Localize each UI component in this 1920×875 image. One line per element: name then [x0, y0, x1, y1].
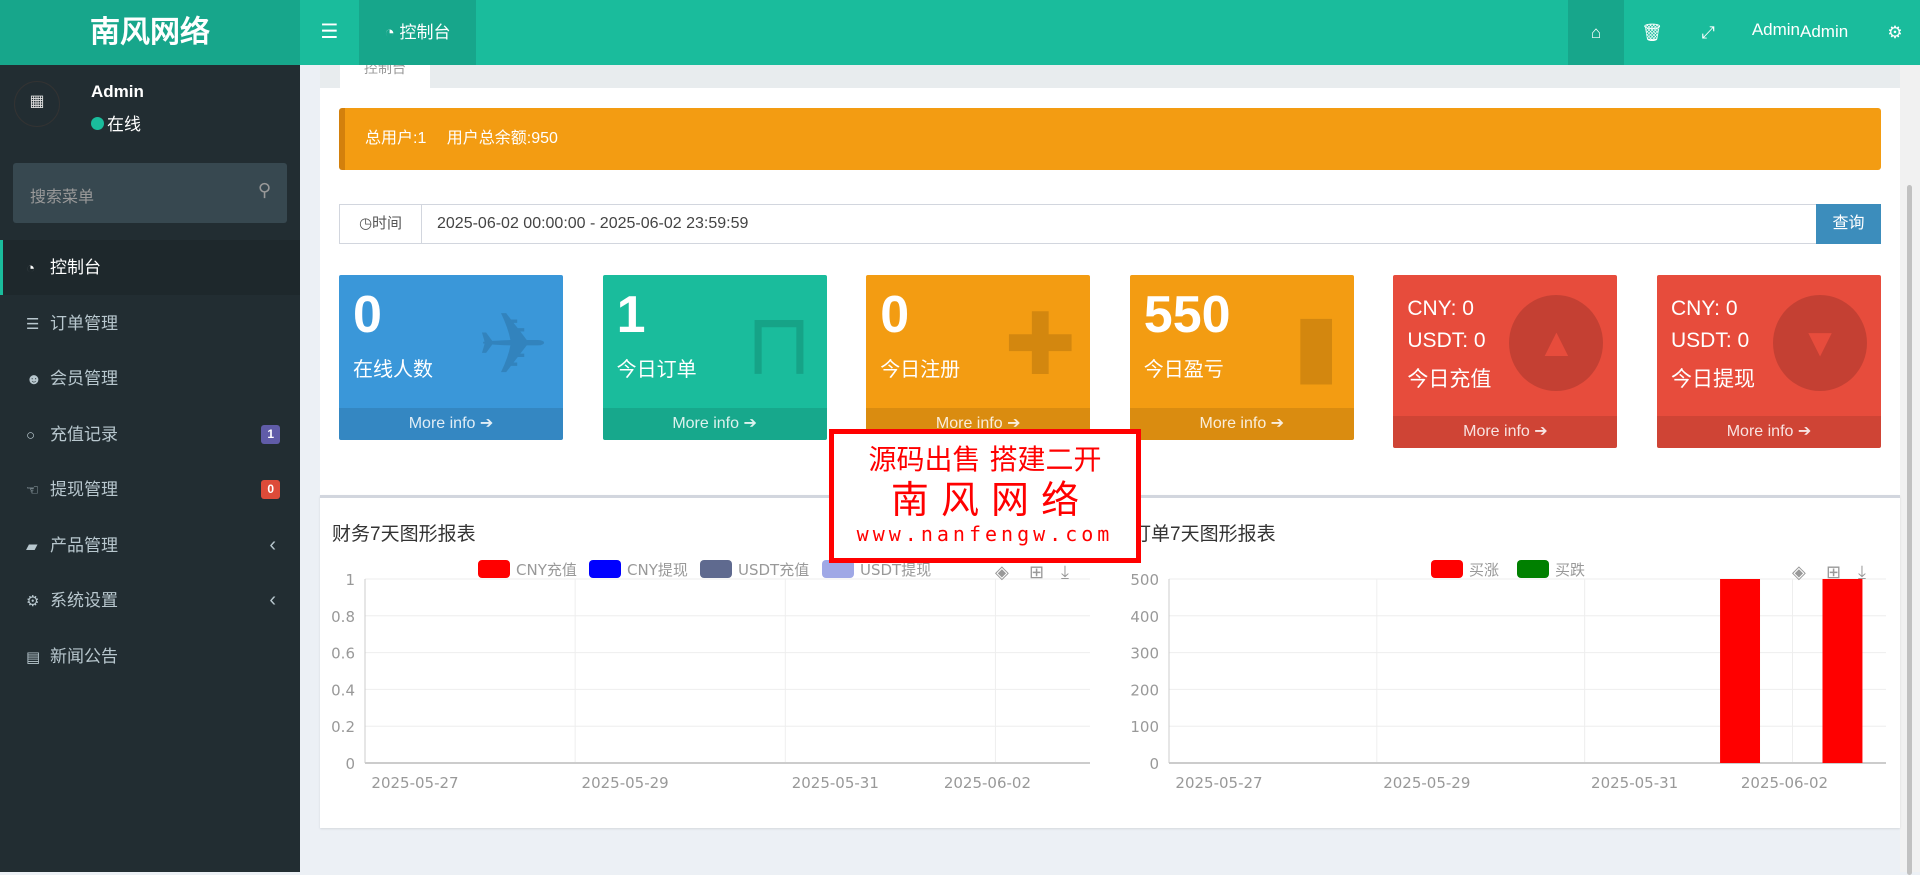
- y-tick-label: 500: [1130, 571, 1159, 589]
- legend-swatch: [589, 560, 621, 578]
- x-tick-label: 2025-05-27: [371, 774, 458, 792]
- x-tick-label: 2025-05-31: [792, 774, 879, 792]
- y-tick-label: 0.2: [331, 718, 355, 736]
- y-tick-label: 0.8: [331, 608, 355, 626]
- grid-view-icon: ⊞: [1826, 562, 1841, 582]
- grid-view-icon: ⊞: [1029, 562, 1044, 582]
- y-tick-label: 200: [1130, 681, 1159, 699]
- y-tick-label: 0.6: [331, 645, 355, 663]
- legend-swatch: [1517, 560, 1549, 578]
- legend-label: 买涨: [1469, 561, 1499, 579]
- download-icon: ⤓: [1061, 562, 1069, 582]
- chart-title: 财务7天图形报表: [332, 523, 476, 545]
- chart-title: 订单7天图形报表: [1132, 523, 1276, 545]
- download-icon: ⤓: [1858, 562, 1866, 582]
- x-tick-label: 2025-05-29: [582, 774, 669, 792]
- legend-label: USDT提现: [860, 561, 931, 579]
- x-tick-label: 2025-06-02: [944, 774, 1031, 792]
- legend-label: CNY提现: [627, 561, 688, 579]
- legend-label: CNY充值: [516, 561, 577, 579]
- x-tick-label: 2025-05-29: [1383, 774, 1470, 792]
- x-tick-label: 2025-05-31: [1591, 774, 1678, 792]
- y-tick-label: 1: [345, 571, 355, 589]
- legend-swatch: [478, 560, 510, 578]
- y-tick-label: 100: [1130, 718, 1159, 736]
- watermark-stamp: 源码出售 搭建二开 南 风 网 络 www.nanfengw.com: [829, 429, 1141, 563]
- legend-label: USDT充值: [738, 561, 809, 579]
- legend-swatch: [700, 560, 732, 578]
- x-tick-label: 2025-05-27: [1175, 774, 1262, 792]
- y-tick-label: 300: [1130, 645, 1159, 663]
- layers-icon: ◈: [995, 562, 1009, 582]
- x-tick-label: 2025-06-02: [1741, 774, 1828, 792]
- y-tick-label: 0: [1149, 755, 1159, 773]
- y-tick-label: 400: [1130, 608, 1159, 626]
- y-tick-label: 0: [345, 755, 355, 773]
- bar-买涨: [1720, 579, 1761, 763]
- layers-icon: ◈: [1792, 562, 1806, 582]
- bar-买涨: [1822, 579, 1863, 763]
- y-tick-label: 0.4: [331, 681, 355, 699]
- legend-swatch: [1431, 560, 1463, 578]
- legend-label: 买跌: [1555, 561, 1585, 579]
